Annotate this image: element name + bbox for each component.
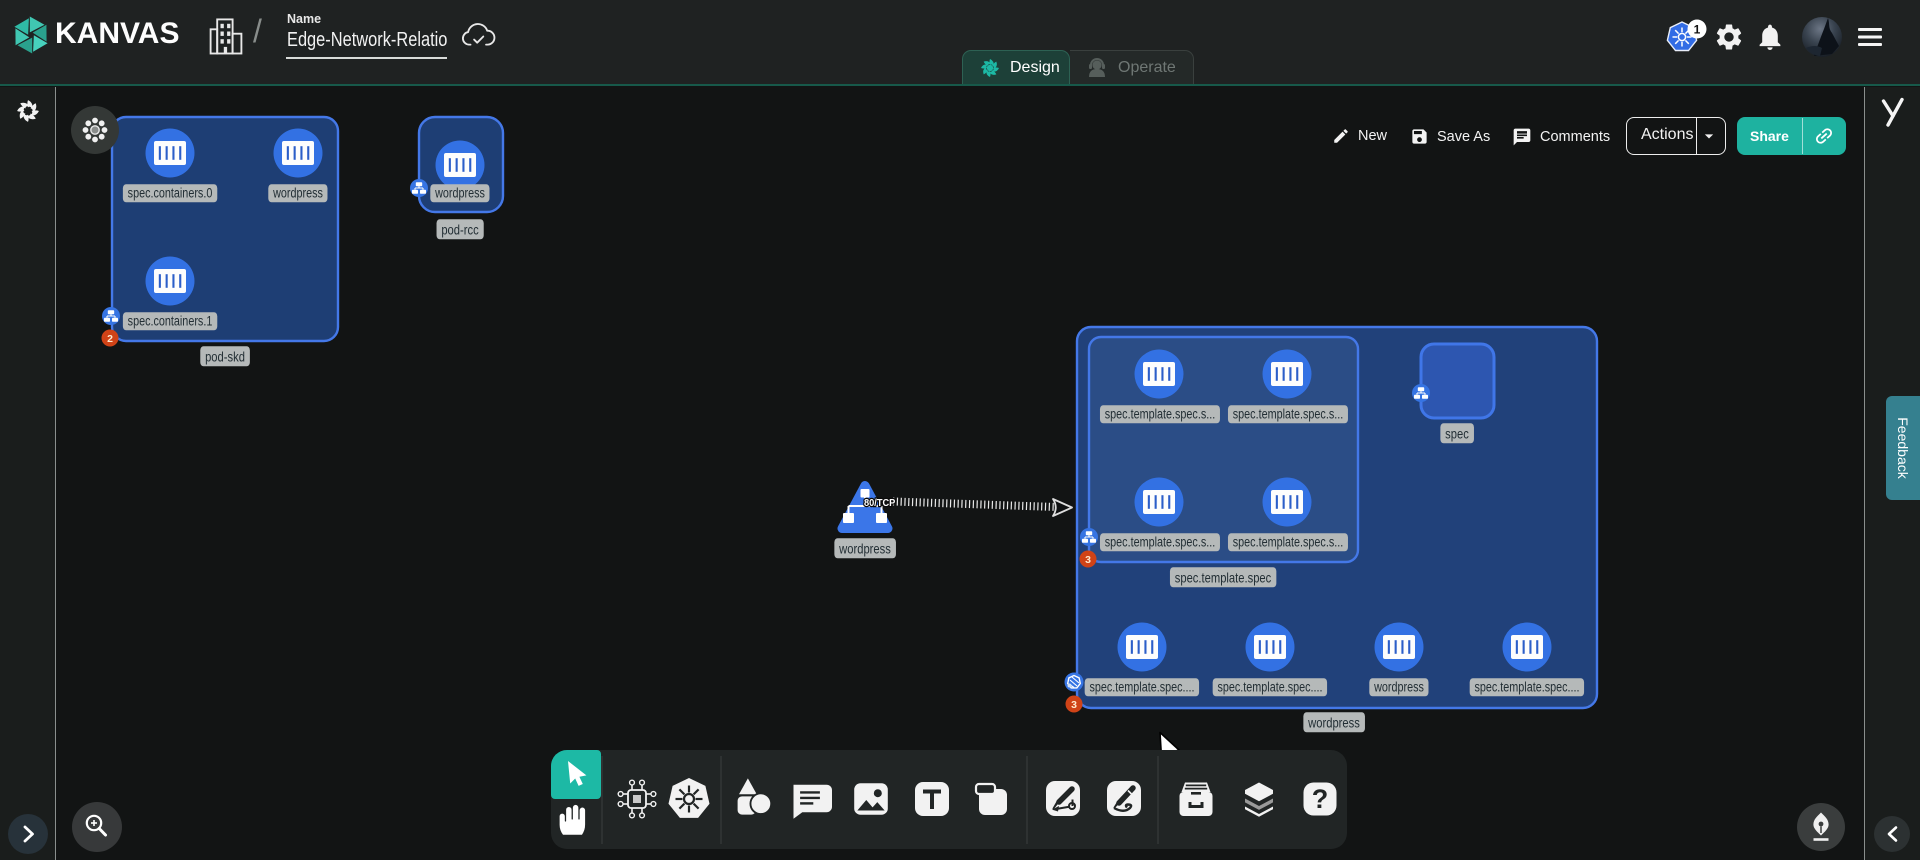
svg-text:?: ? [1312,784,1329,814]
